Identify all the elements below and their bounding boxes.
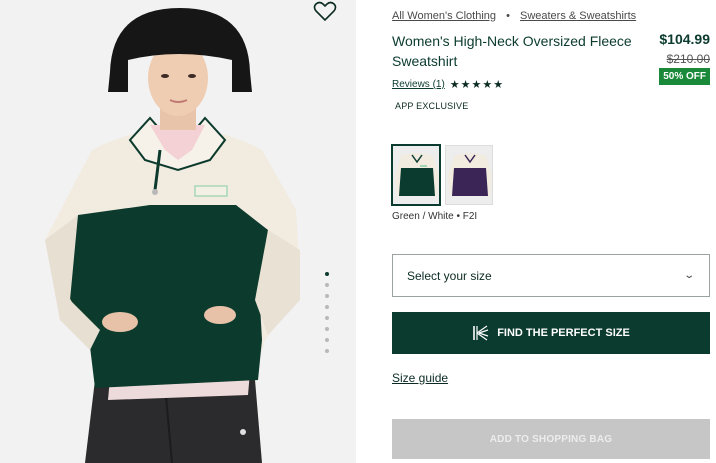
size-guide-link[interactable]: Size guide xyxy=(392,371,448,385)
find-perfect-size-button[interactable]: FIND THE PERFECT SIZE xyxy=(392,312,710,354)
product-photo xyxy=(0,0,356,463)
add-to-bag-label: ADD TO SHOPPING BAG xyxy=(489,433,613,445)
swatch-thumbnail xyxy=(393,146,439,204)
breadcrumb-item-womens-clothing[interactable]: All Women's Clothing xyxy=(392,10,496,22)
kiwi-sizing-icon xyxy=(473,325,489,341)
discount-badge: 50% OFF xyxy=(659,68,710,85)
heart-icon xyxy=(313,1,337,22)
gallery-dot-2[interactable] xyxy=(325,283,329,287)
app-exclusive-badge: APP EXCLUSIVE xyxy=(395,101,469,111)
gallery-dot-7[interactable] xyxy=(325,338,329,342)
add-to-bag-button[interactable]: ADD TO SHOPPING BAG xyxy=(392,419,710,459)
swatch-green-white[interactable] xyxy=(391,144,441,206)
current-price: $104.99 xyxy=(659,31,710,47)
reviews-link[interactable]: Reviews (1) xyxy=(392,79,445,90)
star-rating: ★★★★★ xyxy=(449,79,505,91)
size-select-placeholder: Select your size xyxy=(407,268,492,283)
selected-color-label: Green / White • F2I xyxy=(392,211,478,222)
swatch-purple-white[interactable] xyxy=(445,145,493,205)
breadcrumb-item-sweaters[interactable]: Sweaters & Sweatshirts xyxy=(520,10,636,22)
wishlist-button[interactable] xyxy=(313,0,339,22)
product-image-gallery[interactable] xyxy=(0,0,356,463)
original-price: $210.00 xyxy=(666,52,710,66)
gallery-dot-5[interactable] xyxy=(325,316,329,320)
gallery-pagination xyxy=(324,272,330,360)
gallery-dot-3[interactable] xyxy=(325,294,329,298)
find-perfect-size-label: FIND THE PERFECT SIZE xyxy=(497,327,630,339)
swatch-thumbnail xyxy=(446,146,492,204)
gallery-dot-6[interactable] xyxy=(325,327,329,331)
color-swatches xyxy=(391,144,493,206)
breadcrumb-separator: • xyxy=(506,10,510,22)
reviews-summary: Reviews (1) ★★★★★ xyxy=(392,78,504,91)
gallery-dot-4[interactable] xyxy=(325,305,329,309)
gallery-dot-8[interactable] xyxy=(325,349,329,353)
product-title: Women's High-Neck Oversized Fleece Sweat… xyxy=(392,33,632,69)
chevron-down-icon: ⌄ xyxy=(682,270,695,281)
gallery-dot-1[interactable] xyxy=(325,272,329,276)
size-select[interactable]: Select your size ⌄ xyxy=(392,254,710,297)
breadcrumb: All Women's Clothing • Sweaters & Sweats… xyxy=(392,10,636,22)
